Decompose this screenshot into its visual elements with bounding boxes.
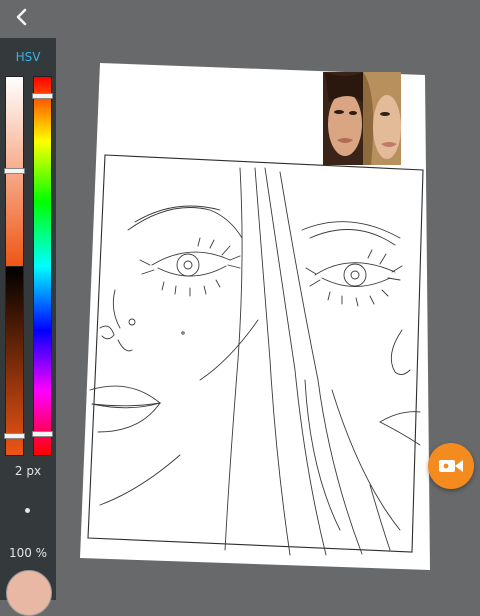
color-mode-label[interactable]: HSV [0,50,56,64]
hue-slider[interactable] [32,76,53,456]
current-color-swatch[interactable] [6,570,52,616]
value-handle[interactable] [4,433,25,439]
chevron-left-icon [16,8,27,26]
color-panel: HSV 2 px 100 % [0,38,56,616]
hue-bottom-handle[interactable] [32,431,53,437]
screen-record-button[interactable] [428,443,474,489]
saturation-handle[interactable] [4,168,25,174]
hue-top-handle[interactable] [32,93,53,99]
brush-preview-dot [25,508,30,513]
top-bar [0,0,480,34]
reference-image[interactable] [323,72,401,165]
back-button[interactable] [8,3,36,31]
opacity-label[interactable]: 100 % [0,546,56,560]
video-camera-icon [439,460,463,472]
value-slider[interactable] [4,266,25,456]
reference-photo [323,72,401,165]
saturation-slider[interactable] [4,76,25,268]
brush-size-label[interactable]: 2 px [0,464,56,478]
